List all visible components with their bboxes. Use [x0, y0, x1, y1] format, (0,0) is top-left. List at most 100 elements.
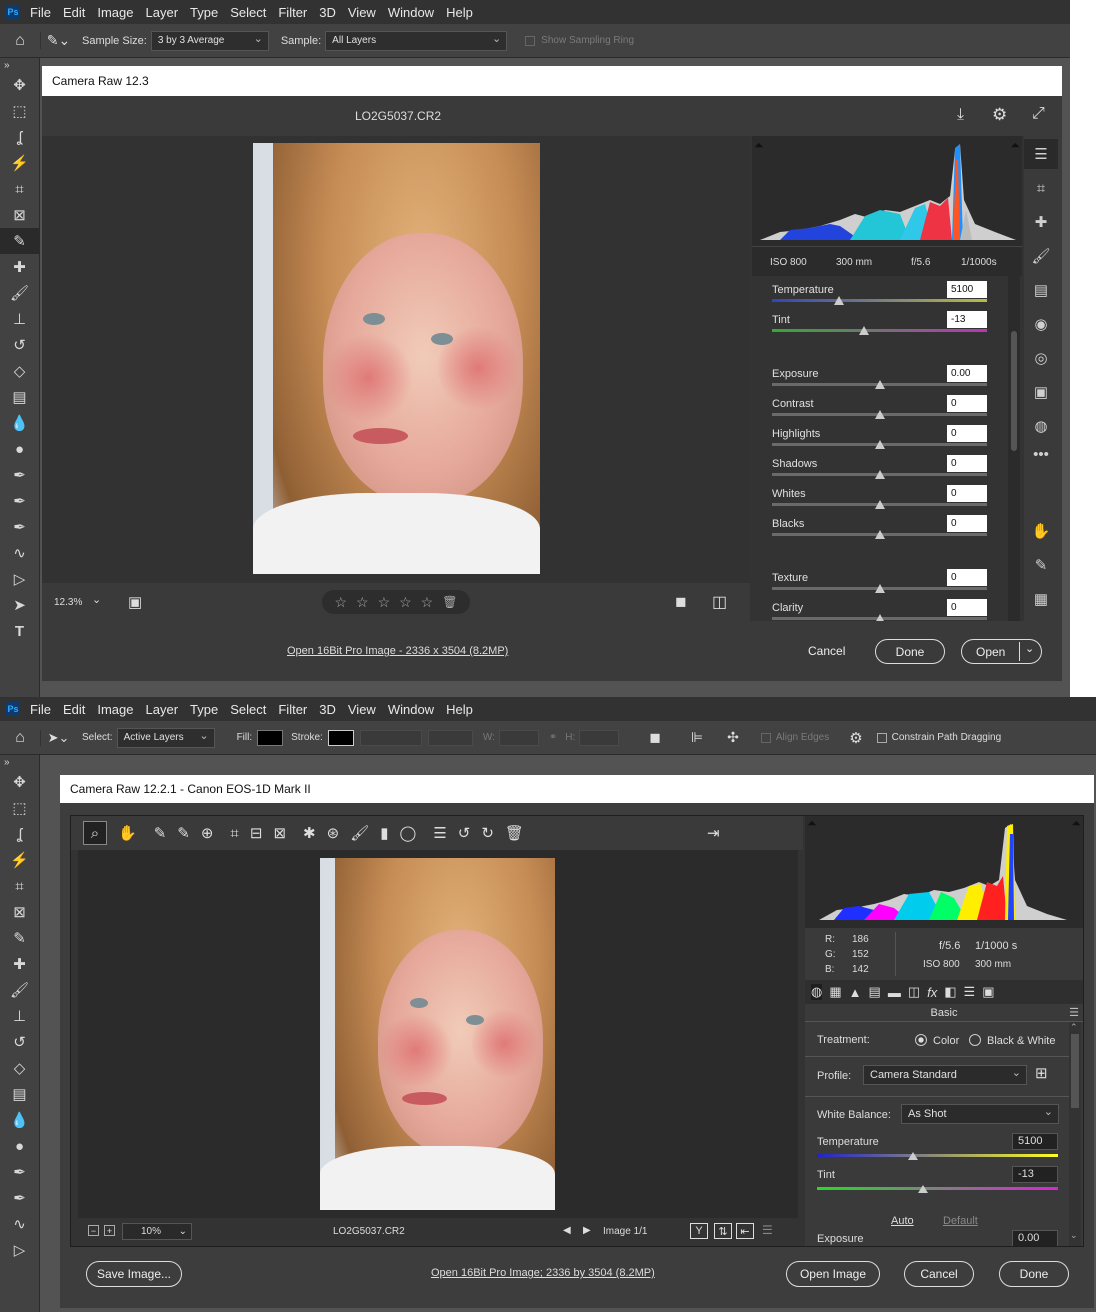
panel-menu-icon[interactable]: ☰ — [1069, 1006, 1079, 1019]
frame-tool-icon[interactable]: ⊠ — [0, 202, 39, 228]
workflow-options-link-2[interactable]: Open 16Bit Pro Image; 2336 by 3504 (8.2M… — [431, 1267, 655, 1279]
hand-tool-icon[interactable]: ✋ — [1024, 516, 1058, 546]
home-icon[interactable]: ⌂ — [0, 32, 40, 50]
type-tool-icon[interactable]: T — [0, 618, 39, 644]
clone-stamp-icon[interactable]: ⊥ — [0, 306, 39, 332]
menu-view[interactable]: View — [348, 5, 376, 20]
fullscreen-icon[interactable]: ⤢ — [1032, 105, 1045, 123]
slider-thumb[interactable] — [874, 584, 885, 593]
freeform-pen-icon[interactable]: ✒ — [0, 488, 39, 514]
zoom-in-icon[interactable]: + — [104, 1225, 115, 1236]
marquee-tool-icon[interactable]: ⬚ — [0, 98, 39, 124]
default-link[interactable]: Default — [943, 1215, 978, 1227]
curvature-pen-icon[interactable]: ∿ — [0, 1211, 39, 1237]
menu-3d[interactable]: 3D — [319, 5, 336, 20]
brush-tool-icon[interactable]: 🖌 — [0, 280, 39, 306]
direct-selection-icon[interactable]: ➤ — [0, 592, 39, 618]
stroke-width-field[interactable] — [359, 729, 422, 746]
open-image-button[interactable]: Open Image — [786, 1261, 880, 1287]
prev-image-icon[interactable]: ◀ — [563, 1225, 571, 1236]
radial-filter-icon[interactable]: ◉ — [1024, 309, 1058, 339]
toggle-settings-icon[interactable]: ☰ — [762, 1223, 773, 1237]
done-button[interactable]: Done — [875, 639, 945, 664]
slider-value-field[interactable]: 0 — [947, 515, 987, 532]
edit-sliders-icon[interactable]: ☰ — [1024, 139, 1058, 169]
stroke-type-select[interactable] — [427, 729, 473, 746]
zoom-tool-icon[interactable]: ⌕ — [83, 821, 107, 845]
hand-tool-icon[interactable]: ✋ — [118, 824, 137, 842]
profile-select[interactable]: Camera Standard — [863, 1065, 1027, 1085]
zoom-level[interactable]: 12.3% — [54, 597, 82, 608]
color-sampler-icon[interactable]: ✎ — [177, 824, 190, 842]
star-3-icon[interactable]: ☆ — [378, 594, 391, 611]
path-selection-icon[interactable]: ▷ — [0, 1237, 39, 1263]
panel-scrollbar[interactable] — [1008, 276, 1020, 621]
menu-window[interactable]: Window — [388, 702, 434, 717]
slider-thumb[interactable] — [874, 614, 885, 621]
sample-select[interactable]: All Layers — [325, 30, 508, 51]
rotate-left-icon[interactable]: ↺ — [458, 824, 471, 842]
swap-settings-icon[interactable]: ⇅ — [714, 1223, 732, 1239]
tint-field[interactable]: -13 — [1012, 1166, 1058, 1183]
auto-link[interactable]: Auto — [891, 1215, 914, 1227]
eraser-tool-icon[interactable]: ◇ — [0, 358, 39, 384]
zoom-dropdown-icon[interactable]: ⌄ — [92, 593, 101, 606]
tab-effects-icon[interactable]: fx — [927, 985, 937, 1000]
adjustment-brush-icon[interactable]: 🖌 — [1024, 241, 1058, 271]
transform-icon[interactable]: ⊠ — [273, 824, 286, 842]
brush-tool-icon[interactable]: 🖌 — [0, 977, 39, 1003]
zoom-select[interactable]: 10% ⌄ — [122, 1223, 192, 1240]
tab-calibration-icon[interactable]: ◧ — [944, 984, 956, 1000]
slider-track[interactable] — [772, 329, 987, 332]
gradient-tool-icon[interactable]: ▤ — [0, 384, 39, 410]
workflow-options-link[interactable]: Open 16Bit Pro Image - 2336 x 3504 (8.2M… — [287, 645, 508, 657]
height-field[interactable] — [579, 729, 620, 746]
menu-layer[interactable]: Layer — [146, 702, 179, 717]
pen-tool-icon[interactable]: ✒ — [0, 1159, 39, 1185]
tab-split-toning-icon[interactable]: ▬ — [888, 985, 901, 1000]
menu-type[interactable]: Type — [190, 702, 218, 717]
constrain-checkbox[interactable] — [876, 732, 887, 743]
dodge-tool-icon[interactable]: ● — [0, 436, 39, 462]
menu-select[interactable]: Select — [230, 702, 266, 717]
scroll-up-icon[interactable]: ⌃ — [1070, 1022, 1078, 1033]
crop-tool-icon[interactable]: ⌗ — [0, 873, 39, 899]
straighten-icon[interactable]: ⊟ — [250, 824, 263, 842]
temperature-slider-thumb[interactable] — [908, 1152, 919, 1160]
home-icon[interactable]: ⌂ — [0, 729, 40, 747]
slider-thumb[interactable] — [859, 326, 870, 335]
menu-layer[interactable]: Layer — [146, 5, 179, 20]
eyedropper-tool-icon[interactable]: ✎ — [0, 228, 39, 254]
filmstrip-icon[interactable]: ▣ — [128, 593, 142, 611]
pen-tool-icon[interactable]: ✒ — [0, 462, 39, 488]
white-balance-tool-icon[interactable]: ✎ — [154, 824, 167, 842]
scroll-down-icon[interactable]: ⌄ — [1070, 1230, 1078, 1241]
blur-tool-icon[interactable]: 💧 — [0, 1107, 39, 1133]
menu-type[interactable]: Type — [190, 5, 218, 20]
width-field[interactable] — [498, 729, 539, 746]
slider-thumb[interactable] — [874, 440, 885, 449]
menu-filter[interactable]: Filter — [278, 702, 307, 717]
slider-value-field[interactable]: 0 — [947, 485, 987, 502]
spot-removal-icon[interactable]: ✱ — [303, 824, 316, 842]
show-ring-checkbox[interactable] — [525, 35, 536, 46]
copy-settings-icon[interactable]: ⇤ — [736, 1223, 754, 1239]
menu-select[interactable]: Select — [230, 5, 266, 20]
stroke-swatch[interactable] — [327, 729, 354, 746]
presets-icon[interactable]: ◍ — [1024, 411, 1058, 441]
save-image-button[interactable]: Save Image... — [86, 1261, 182, 1287]
before-after-icon[interactable]: ◫ — [712, 592, 727, 612]
view-mode-icon[interactable]: ◼ — [675, 593, 687, 610]
slider-thumb[interactable] — [874, 530, 885, 539]
expand-panel-icon[interactable]: » — [0, 58, 39, 72]
tab-detail-icon[interactable]: ▲ — [849, 985, 862, 1000]
slider-value-field[interactable]: 0 — [947, 599, 987, 616]
next-image-icon[interactable]: ▶ — [583, 1225, 591, 1236]
slider-value-field[interactable]: -13 — [947, 311, 987, 328]
fullscreen-toggle-icon[interactable]: ⇥ — [707, 824, 720, 842]
slider-value-field[interactable]: 0 — [947, 569, 987, 586]
crop-tool-icon[interactable]: ⌗ — [0, 176, 39, 202]
crop-tool-icon[interactable]: ⌗ — [230, 825, 238, 842]
red-eye-icon[interactable]: ⊛ — [327, 824, 340, 842]
eyedropper-tool-icon[interactable]: ✎ — [0, 925, 39, 951]
